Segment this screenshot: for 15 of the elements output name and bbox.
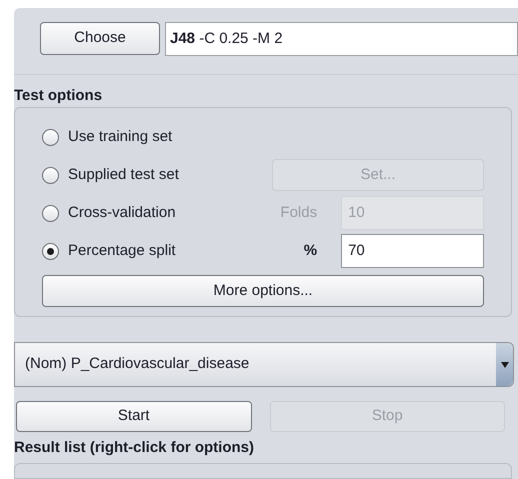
radio-button[interactable] [42, 242, 59, 260]
field-label: Folds [279, 202, 318, 223]
choose-button[interactable]: Choose [40, 22, 160, 55]
field-label: % [302, 240, 318, 261]
radio-label[interactable]: Percentage split [68, 240, 252, 262]
radio-button[interactable] [42, 128, 59, 146]
section-title: Result list (right-click for options) [14, 439, 256, 457]
dropdown-arrow-icon [500, 362, 508, 368]
number-field[interactable]: 70 [341, 234, 484, 268]
radio-label[interactable]: Use training set [68, 126, 258, 148]
classifier-field[interactable]: J48 -C 0.25 -M 2 [165, 22, 518, 56]
section-title: Test options [14, 87, 104, 105]
more-options-button[interactable]: More options... [42, 275, 484, 307]
start-button[interactable]: Start [16, 401, 252, 432]
class-dropdown[interactable]: (Nom) P_Cardiovascular_disease [14, 342, 514, 387]
